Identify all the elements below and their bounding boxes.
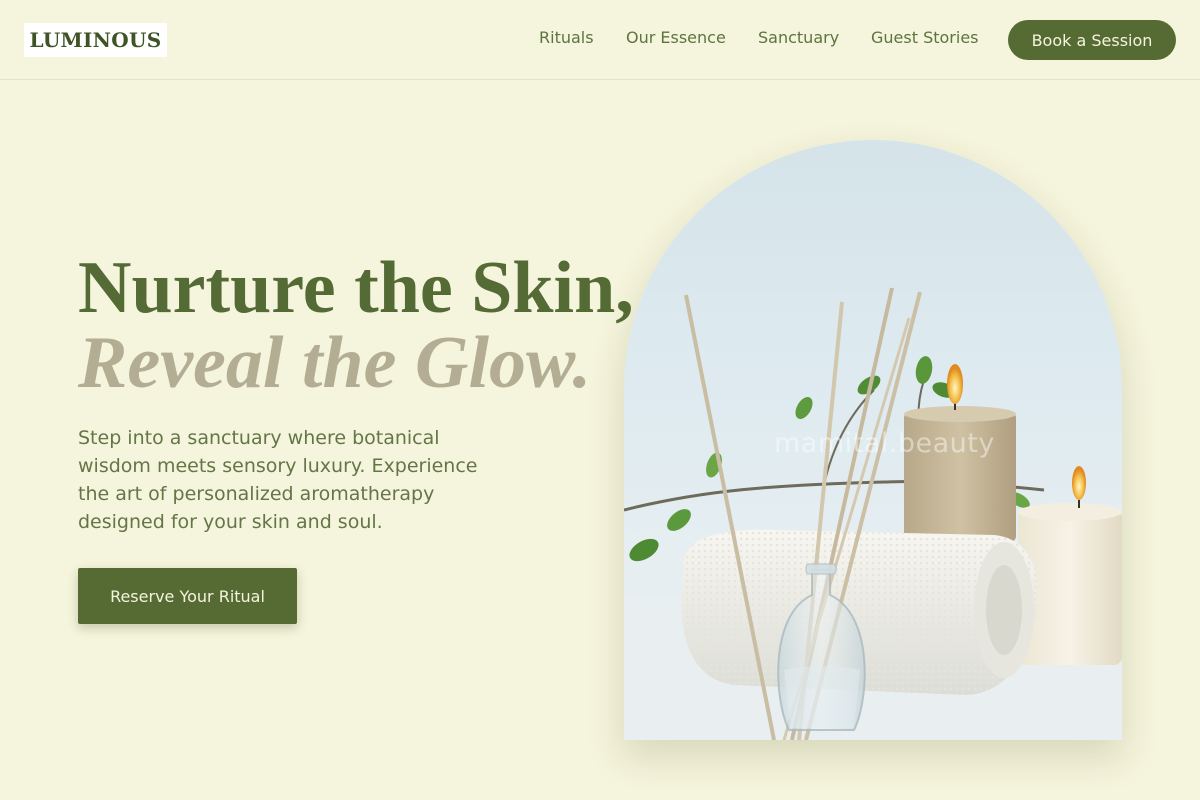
image-watermark: mamital.beauty [774, 428, 995, 459]
reserve-ritual-button[interactable]: Reserve Your Ritual [78, 568, 297, 624]
brand-logo[interactable]: LUMINOUS [24, 23, 167, 57]
hero-description: Step into a sanctuary where botanical wi… [78, 427, 478, 533]
hero-arch-image: mamital.beauty [624, 140, 1122, 740]
hero-subline: Reveal the Glow. [78, 322, 592, 404]
book-session-button[interactable]: Book a Session [1008, 20, 1176, 60]
nav-link-guest-stories[interactable]: Guest Stories [871, 28, 979, 48]
nav-link-rituals[interactable]: Rituals [539, 28, 594, 48]
nav-link-sanctuary[interactable]: Sanctuary [758, 28, 839, 48]
hero-headline: Nurture the Skin, [78, 247, 634, 329]
site-header: LUMINOUS Rituals Our Essence Sanctuary G… [0, 0, 1200, 80]
nav-link-our-essence[interactable]: Our Essence [626, 28, 726, 48]
